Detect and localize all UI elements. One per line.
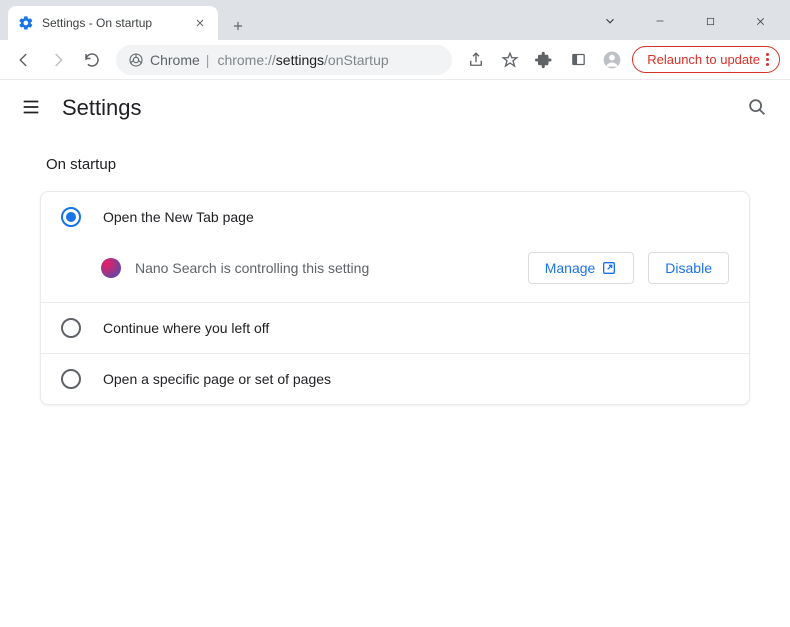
address-bar[interactable]: Chrome | chrome://settings/onStartup [116, 45, 452, 75]
chevron-down-icon[interactable] [588, 5, 632, 37]
disable-button[interactable]: Disable [648, 252, 729, 284]
site-label: Chrome [150, 52, 200, 68]
menu-dots-icon [766, 53, 769, 66]
option-label: Continue where you left off [103, 320, 269, 336]
window-controls [588, 2, 782, 40]
settings-content: On startup Open the New Tab page Nano Se… [0, 136, 790, 425]
extension-message: Nano Search is controlling this setting [135, 260, 514, 276]
option-new-tab[interactable]: Open the New Tab page [41, 192, 749, 242]
settings-header: Settings [0, 80, 790, 136]
extensions-icon[interactable] [530, 46, 558, 74]
option-label: Open a specific page or set of pages [103, 371, 331, 387]
site-info[interactable]: Chrome | [128, 52, 209, 68]
browser-toolbar: Chrome | chrome://settings/onStartup Rel… [0, 40, 790, 80]
close-window-button[interactable] [738, 5, 782, 37]
relaunch-update-button[interactable]: Relaunch to update [632, 46, 780, 73]
new-tab-button[interactable] [224, 12, 252, 40]
minimize-button[interactable] [638, 5, 682, 37]
maximize-button[interactable] [688, 5, 732, 37]
separator: | [206, 52, 210, 68]
search-icon[interactable] [746, 96, 770, 120]
startup-options-card: Open the New Tab page Nano Search is con… [40, 191, 750, 405]
browser-tab[interactable]: Settings - On startup [8, 6, 218, 40]
radio-unselected[interactable] [61, 318, 81, 338]
forward-button[interactable] [44, 46, 72, 74]
extension-icon [101, 258, 121, 278]
menu-icon[interactable] [20, 96, 44, 120]
option-continue[interactable]: Continue where you left off [41, 303, 749, 353]
bookmark-icon[interactable] [496, 46, 524, 74]
radio-selected[interactable] [61, 207, 81, 227]
back-button[interactable] [10, 46, 38, 74]
manage-button[interactable]: Manage [528, 252, 635, 284]
profile-icon[interactable] [598, 46, 626, 74]
window-titlebar: Settings - On startup [0, 0, 790, 40]
url-text: chrome://settings/onStartup [217, 52, 388, 68]
reload-button[interactable] [78, 46, 106, 74]
open-external-icon [601, 260, 617, 276]
sidepanel-icon[interactable] [564, 46, 592, 74]
update-label: Relaunch to update [647, 52, 760, 67]
share-icon[interactable] [462, 46, 490, 74]
option-label: Open the New Tab page [103, 209, 254, 225]
option-specific-pages[interactable]: Open a specific page or set of pages [41, 354, 749, 404]
close-tab-icon[interactable] [192, 15, 208, 31]
section-title: On startup [40, 156, 750, 173]
gear-icon [18, 15, 34, 31]
tab-title: Settings - On startup [42, 16, 184, 30]
page-title: Settings [62, 95, 142, 121]
extension-notice: Nano Search is controlling this setting … [41, 242, 749, 302]
radio-unselected[interactable] [61, 369, 81, 389]
